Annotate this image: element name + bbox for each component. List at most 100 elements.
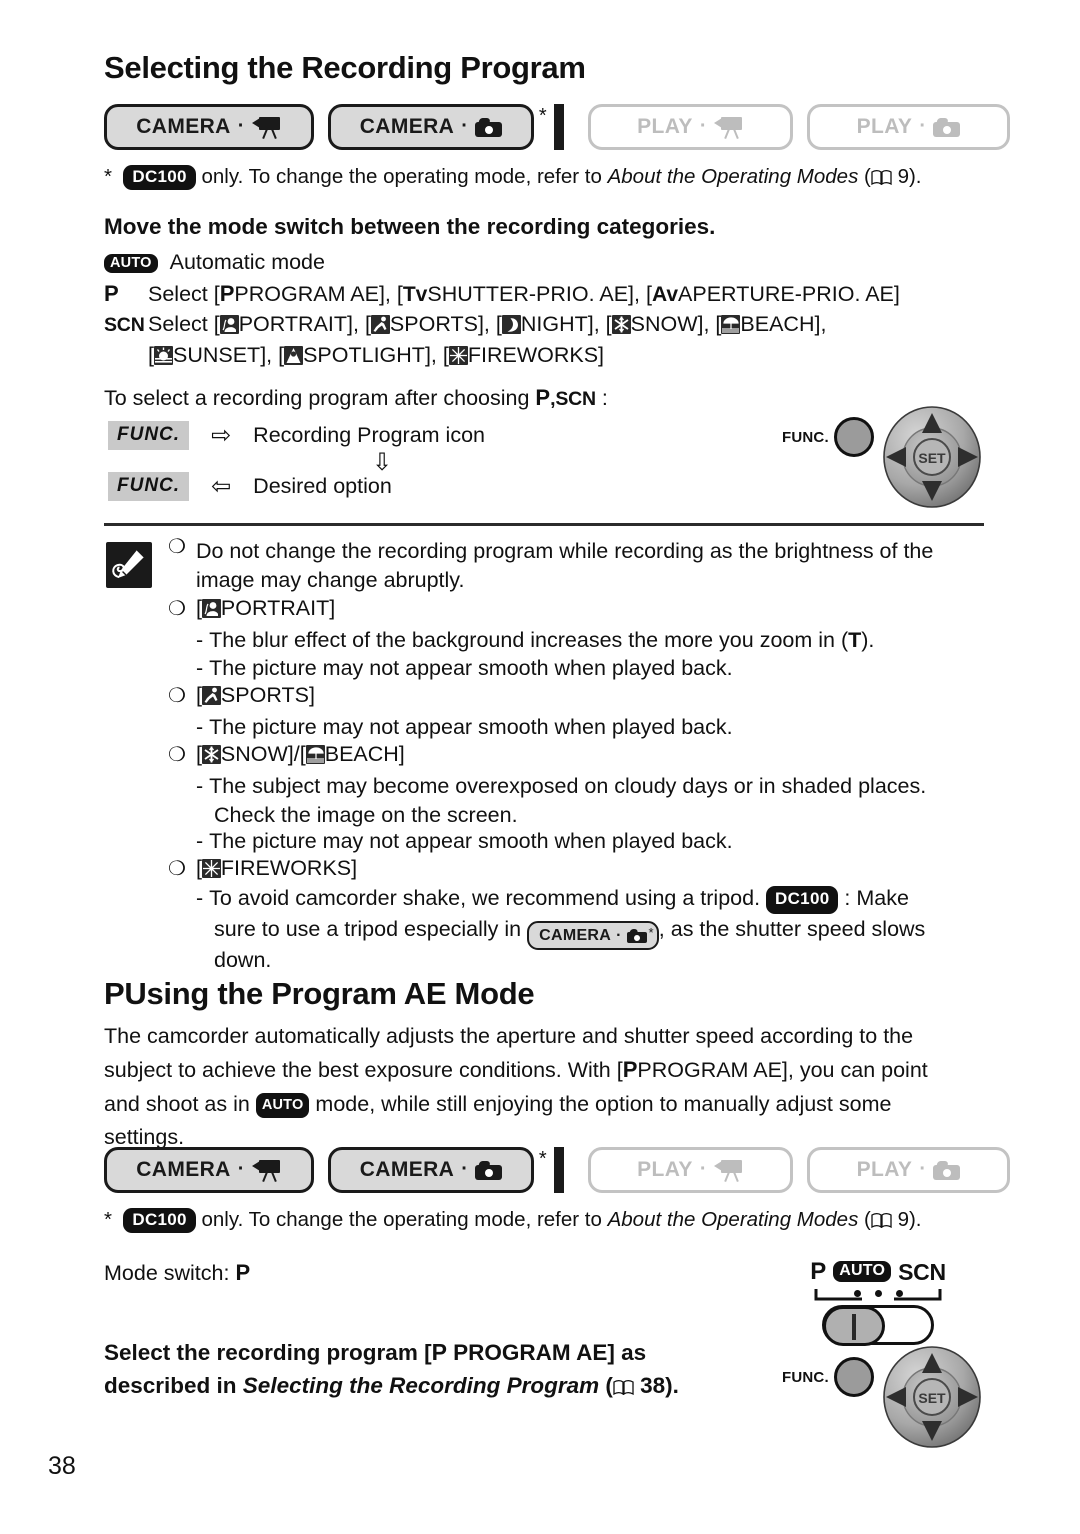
mode-button-label: CAMERA	[359, 115, 455, 138]
dc100-badge: DC100	[766, 886, 839, 914]
func-button-icon[interactable]	[833, 417, 874, 457]
mode-button-label: PLAY	[637, 115, 693, 138]
footnote-paren-close: ).	[908, 165, 922, 188]
footnote-paren-open: (	[858, 165, 871, 188]
camcorder-icon	[251, 116, 282, 140]
note-dash-snow-2: - The picture may not appear smooth when…	[196, 829, 733, 853]
footnote-italic-ref: About the Operating Modes	[607, 165, 859, 188]
mode-switch-detents	[798, 1290, 958, 1297]
row-p-mode: P Select [PPROGRAM AE], [TvSHUTTER-PRIO.…	[104, 279, 900, 309]
mode-button-camera-photo[interactable]: CAMERA · *	[328, 1147, 547, 1193]
p-mode-text: Select [PPROGRAM AE], [TvSHUTTER-PRIO. A…	[148, 281, 900, 306]
beach-icon	[721, 315, 741, 334]
book-icon	[871, 169, 892, 185]
footnote-top: * DC100 only. To change the operating mo…	[104, 165, 1004, 191]
mode-button-play-video[interactable]: PLAY ·	[588, 1147, 793, 1193]
page-title: Selecting the Recording Program	[104, 50, 586, 85]
footnote-paren-open: (	[858, 1208, 871, 1231]
footnote-star: *	[538, 1148, 547, 1170]
row-scn-mode: SCN Select [PORTRAIT], [SPORTS], [NIGHT]…	[104, 310, 826, 339]
note-item-fireworks: ❍ [FIREWORKS]	[168, 856, 358, 880]
portrait-icon	[219, 315, 239, 334]
photo-camera-icon	[933, 1160, 961, 1180]
mode-switch-knob[interactable]	[823, 1306, 885, 1346]
footnote-italic-ref: About the Operating Modes	[607, 1208, 859, 1231]
bullet-icon: ❍	[168, 598, 186, 620]
auto-mode-label: Automatic mode	[169, 250, 325, 274]
mode-button-separator: ·	[237, 115, 245, 137]
mode-button-label: PLAY	[856, 115, 913, 138]
func-button-chip[interactable]: FUNC.	[108, 472, 190, 501]
mode-switch-label-scn: SCN	[898, 1258, 946, 1285]
mode-button-camera-video[interactable]: CAMERA ·	[104, 1147, 314, 1193]
p-marker-inline: P	[535, 385, 551, 410]
mode-switch-track[interactable]	[822, 1305, 934, 1346]
mode-switch-widget[interactable]: P AUTO SCN	[798, 1258, 958, 1346]
mode-button-label: PLAY	[637, 1158, 693, 1181]
snow-icon	[201, 745, 221, 764]
notes-divider	[104, 523, 984, 526]
mode-button-play-photo[interactable]: PLAY ·	[807, 1147, 1010, 1193]
footnote-paren-close: ).	[908, 1208, 922, 1231]
photo-camera-icon	[626, 928, 647, 943]
bullet-icon: ❍	[168, 685, 186, 707]
note-dash-portrait-2: - The picture may not appear smooth when…	[196, 656, 733, 680]
scn-mode-marker: SCN	[104, 314, 145, 336]
p-marker-inline: P	[235, 1260, 251, 1285]
fireworks-icon	[448, 346, 468, 365]
scn-marker-inline: SCN	[555, 388, 596, 410]
mode-button-separator: ·	[699, 1158, 707, 1180]
section2-body: The camcorder automatically adjusts the …	[104, 1024, 928, 1149]
portrait-icon	[201, 599, 221, 618]
footnote-star: *	[104, 1208, 112, 1231]
spotlight-icon	[284, 346, 304, 365]
note-text: Do not change the recording program whil…	[195, 539, 934, 593]
footnote-star: *	[538, 105, 547, 127]
mode-button-label: CAMERA	[136, 1158, 231, 1181]
dc100-badge: DC100	[123, 1208, 196, 1234]
snow-icon	[611, 315, 631, 334]
detent-dot	[874, 1290, 882, 1297]
mode-button-play-photo[interactable]: PLAY ·	[807, 104, 1010, 150]
camcorder-icon	[713, 116, 744, 140]
func-button-icon[interactable]	[833, 1357, 874, 1397]
camcorder-icon	[251, 1159, 282, 1183]
footnote-text: only. To change the operating mode, refe…	[195, 165, 608, 188]
detent-dot	[853, 1290, 861, 1297]
after-choosing-text: To select a recording program after choo…	[104, 385, 608, 410]
joystick-diagram-bottom: FUNC. SET	[782, 1345, 985, 1450]
p-marker-title: P	[104, 976, 125, 1011]
mode-bar-bottom: CAMERA · CAMERA · * PLAY · PLAY ·	[104, 1147, 1010, 1193]
footnote-page-ref: 9	[897, 165, 909, 188]
sports-icon	[201, 686, 221, 705]
footnote-page-ref: 9	[897, 1208, 909, 1231]
mode-button-separator: ·	[461, 115, 469, 137]
mode-bar-divider	[554, 1147, 564, 1193]
page-number: 38	[48, 1452, 76, 1480]
joystick-icon[interactable]: SET	[880, 405, 985, 510]
note-dash-fireworks: - To avoid camcorder shake, we recommend…	[196, 886, 926, 973]
step-row-1: FUNC. ⇨ Recording Program icon	[108, 421, 485, 450]
bullet-icon: ❍	[168, 858, 186, 880]
final-instruction: Select the recording program [P PROGRAM …	[104, 1339, 679, 1398]
mode-bar-divider	[554, 104, 564, 150]
bullet-icon: ❍	[168, 536, 186, 558]
mode-button-camera-photo[interactable]: CAMERA · *	[328, 104, 547, 150]
tv-marker: Tv	[402, 283, 428, 306]
mode-button-separator: ·	[699, 115, 707, 137]
func-button-chip[interactable]: FUNC.	[108, 421, 190, 450]
p-marker-inline: P	[622, 1057, 638, 1083]
footnote-bottom: * DC100 only. To change the operating mo…	[104, 1208, 1004, 1234]
p-mode-marker: P	[104, 281, 119, 306]
mode-button-play-video[interactable]: PLAY ·	[588, 104, 793, 150]
mode-switch-labels: P AUTO SCN	[798, 1258, 958, 1286]
mode-button-camera-video[interactable]: CAMERA ·	[104, 104, 314, 150]
mode-button-label: PLAY	[856, 1158, 913, 1181]
detent-dot	[895, 1290, 903, 1297]
sunset-icon	[153, 346, 173, 365]
inline-mode-button-camera-photo[interactable]: CAMERA · *	[527, 921, 659, 951]
note-pencil-icon	[106, 542, 152, 588]
joystick-icon[interactable]: SET	[880, 1345, 985, 1450]
final-instruction-italic-ref: Selecting the Recording Program	[242, 1372, 600, 1398]
footnote-star: *	[104, 165, 112, 188]
